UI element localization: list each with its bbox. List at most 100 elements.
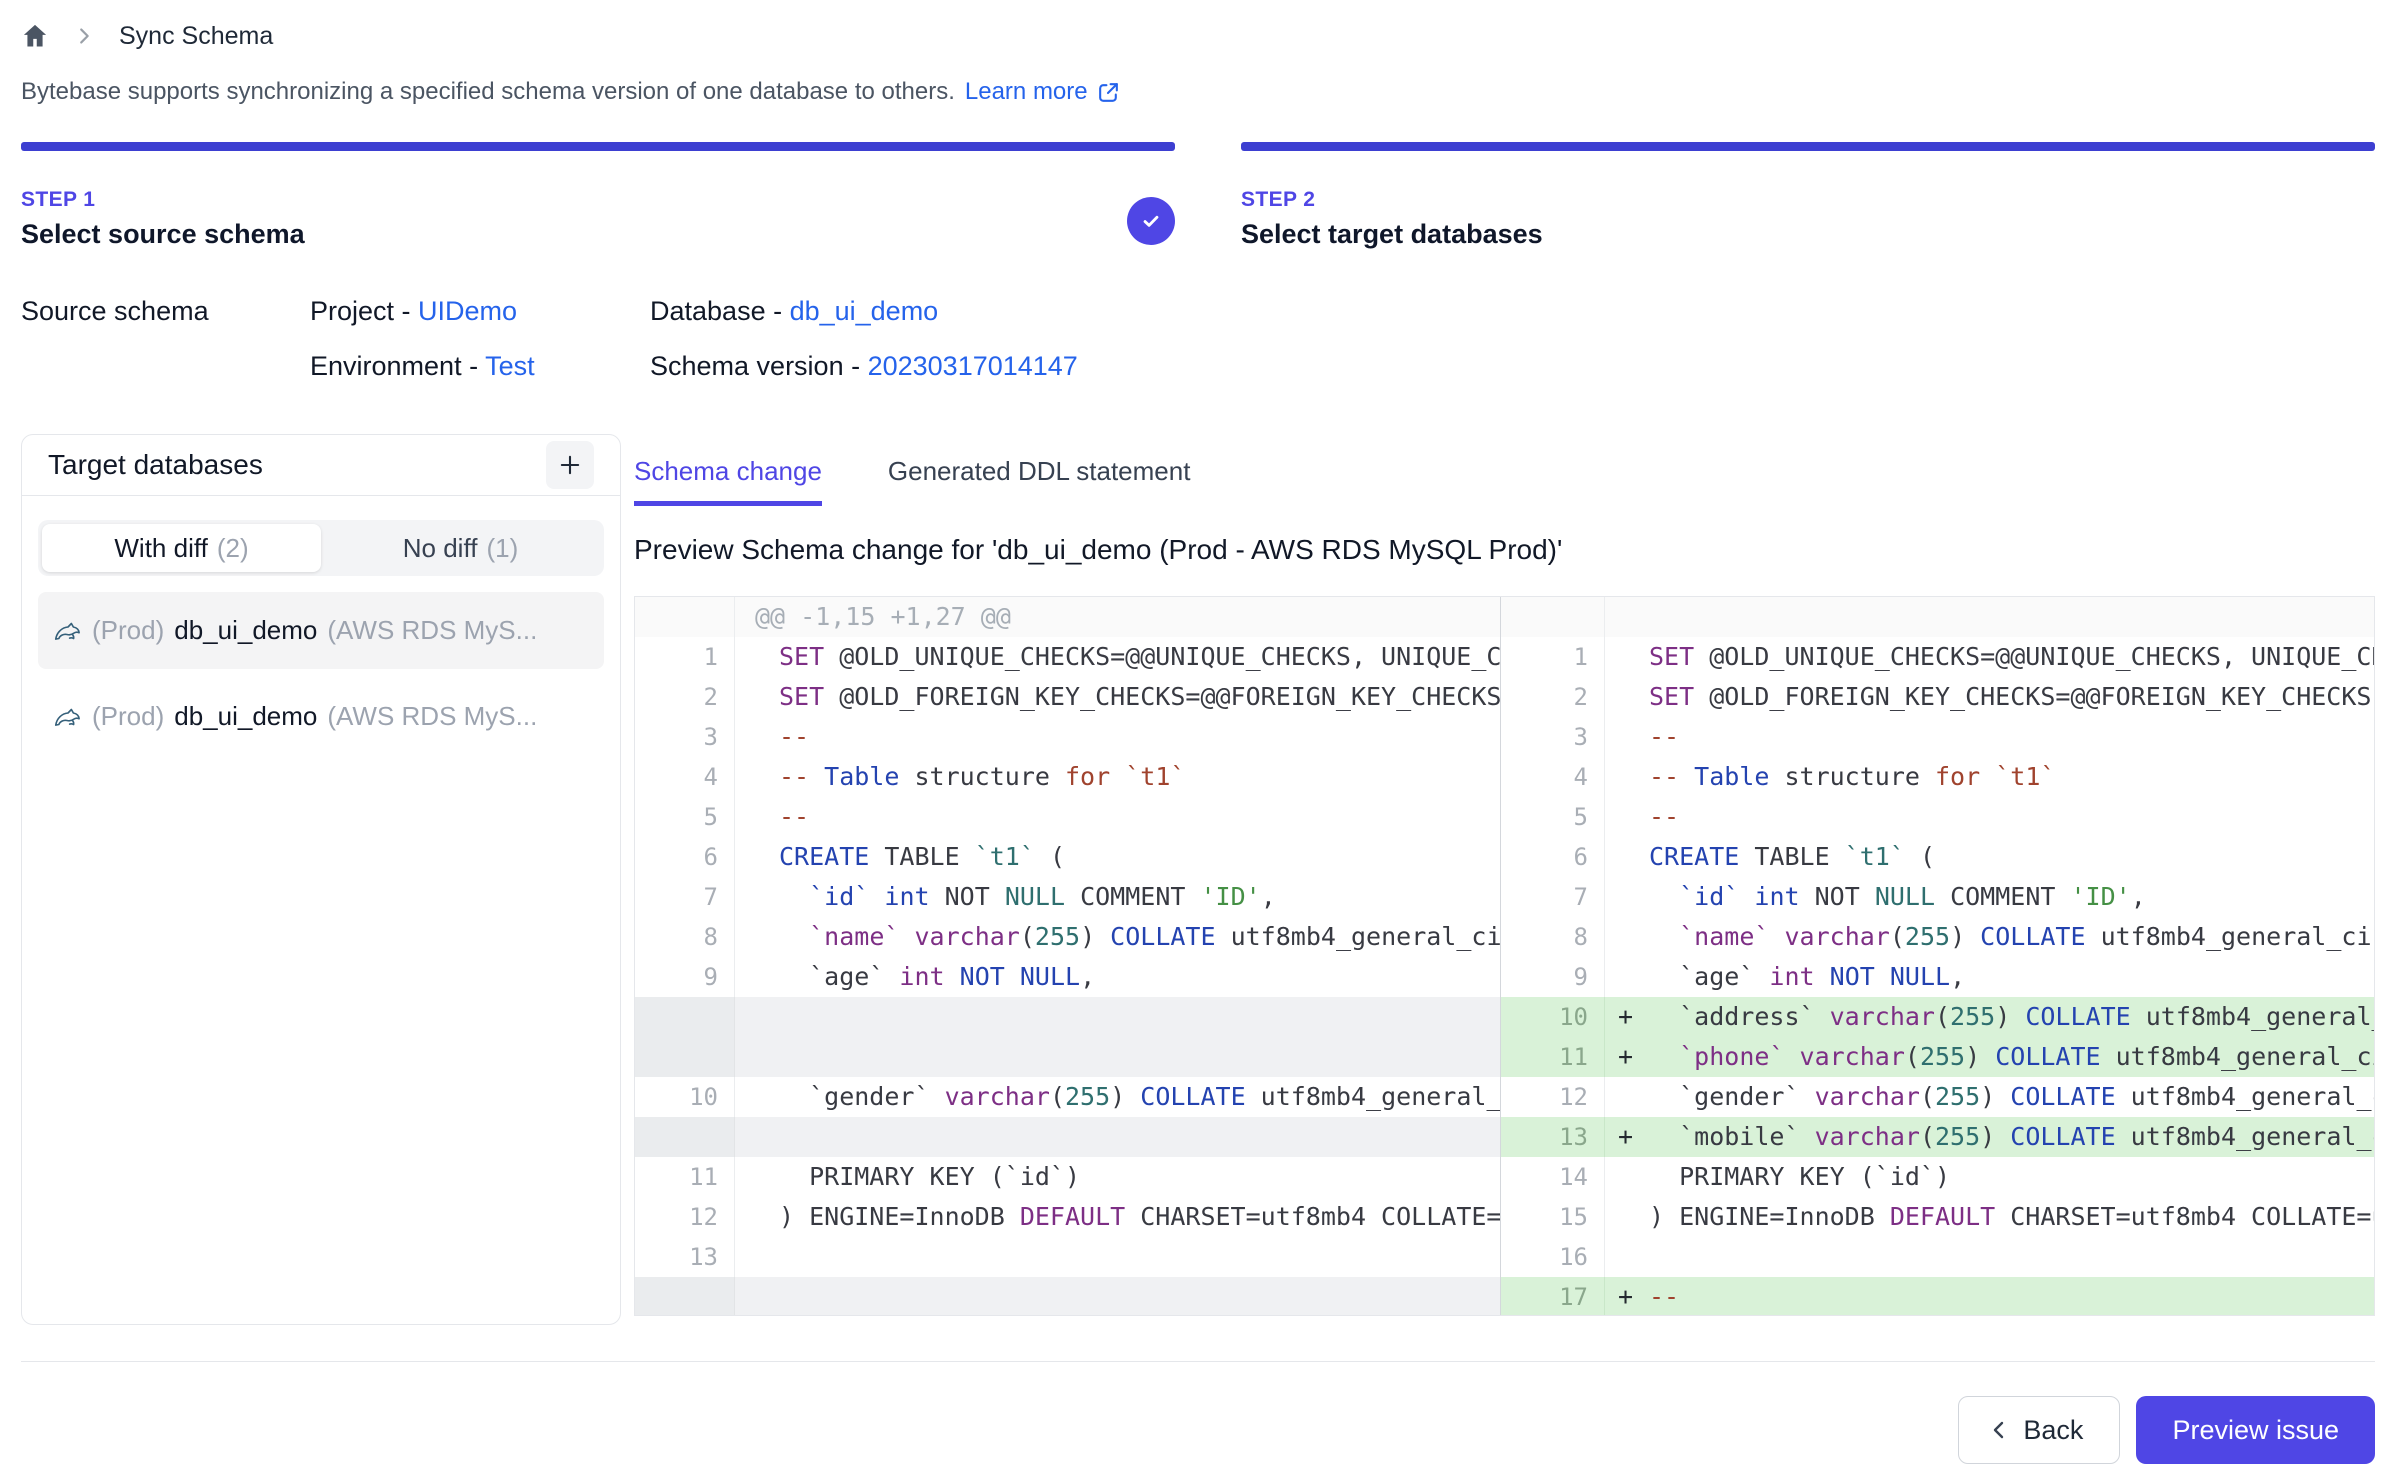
segment-count: (1)	[486, 533, 518, 564]
code-line: PRIMARY KEY (`id`)	[779, 1157, 1500, 1197]
diff-code-row: 9 `age` int NOT NULL,	[1501, 957, 2374, 997]
diff-marker	[1605, 1157, 1649, 1197]
diff-added-row: 13+ `mobile` varchar(255) COLLATE utf8mb…	[1501, 1117, 2374, 1157]
line-number: 11	[635, 1157, 735, 1197]
footer-actions: Back Preview issue	[21, 1396, 2375, 1464]
line-number: 4	[635, 757, 735, 797]
segment-with-diff[interactable]: With diff(2)	[42, 524, 321, 572]
segment-no-diff[interactable]: No diff(1)	[321, 524, 600, 572]
diff-marker: +	[1605, 997, 1649, 1037]
line-number: 9	[1501, 957, 1605, 997]
diff-marker	[735, 917, 779, 957]
preview-tabs: Schema change Generated DDL statement	[634, 434, 2375, 506]
line-number: 11	[1501, 1037, 1605, 1077]
code-line: -- Table structure for `t1`	[1649, 757, 2374, 797]
step-2: STEP 2 Select target databases	[1241, 142, 2375, 250]
diff-code-row: 11 PRIMARY KEY (`id`)	[635, 1157, 1500, 1197]
code-line	[779, 1237, 1500, 1277]
diff-code-row: 4-- Table structure for `t1`	[635, 757, 1500, 797]
line-number: 3	[635, 717, 735, 757]
line-number: 5	[1501, 797, 1605, 837]
plus-icon	[556, 451, 584, 479]
database-name: db_ui_demo	[174, 701, 317, 732]
footer-divider	[21, 1361, 2375, 1362]
line-number: 7	[635, 877, 735, 917]
diff-marker: +	[1605, 1277, 1649, 1315]
diff-code-row: 8 `name` varchar(255) COLLATE utf8mb4_ge…	[635, 917, 1500, 957]
source-field-name: Environment -	[310, 351, 485, 381]
line-number: 12	[1501, 1077, 1605, 1117]
tab-generated-ddl-statement[interactable]: Generated DDL statement	[888, 456, 1191, 506]
source-schema-label: Source schema	[21, 296, 310, 382]
diff-code-row: 7 `id` int NOT NULL COMMENT 'ID',	[1501, 877, 2374, 917]
source-field-database: Database - db_ui_demo	[650, 296, 1078, 327]
diff-added-row: 11+ `phone` varchar(255) COLLATE utf8mb4…	[1501, 1037, 2374, 1077]
source-field-name: Database -	[650, 296, 790, 326]
home-icon[interactable]	[21, 22, 49, 50]
code-line: `mobile` varchar(255) COLLATE utf8mb4_ge…	[1649, 1117, 2374, 1157]
source-field-value-link[interactable]: Test	[485, 351, 535, 381]
code-line: `gender` varchar(255) COLLATE utf8mb4_ge…	[1649, 1077, 2374, 1117]
code-line	[1649, 1237, 2374, 1277]
add-target-database-button[interactable]	[546, 441, 594, 489]
sync-schema-page: Sync Schema Bytebase supports synchroniz…	[0, 0, 2396, 1464]
target-database-item-2[interactable]: (Prod)db_ui_demo(AWS RDS MyS...	[38, 678, 604, 755]
hunk-header-text	[1605, 597, 2374, 637]
code-line: --	[1649, 797, 2374, 837]
database-name: db_ui_demo	[174, 615, 317, 646]
target-databases-panel: Target databases With diff(2)No diff(1) …	[21, 434, 621, 1325]
chevron-right-icon	[73, 25, 95, 47]
step-1-label: STEP 1	[21, 188, 1175, 212]
target-database-list: (Prod)db_ui_demo(AWS RDS MyS... (Prod) db_…	[38, 592, 604, 755]
diff-pane-target[interactable]: 1SET @OLD_UNIQUE_CHECKS=@@UNIQUE_CHECKS,…	[1500, 597, 2374, 1315]
line-number: 10	[635, 1077, 735, 1117]
line-number: 8	[635, 917, 735, 957]
diff-marker	[1605, 837, 1649, 877]
diff-code-row: 8 `name` varchar(255) COLLATE utf8mb4_ge…	[1501, 917, 2374, 957]
target-database-item-1[interactable]: (Prod)db_ui_demo(AWS RDS MyS...	[38, 592, 604, 669]
source-field-value-link[interactable]: db_ui_demo	[790, 296, 939, 326]
diff-marker	[735, 717, 779, 757]
diff-marker	[735, 797, 779, 837]
tab-schema-change[interactable]: Schema change	[634, 456, 822, 506]
diff-marker	[735, 1157, 779, 1197]
step-2-progress-bar	[1241, 142, 2375, 151]
back-button[interactable]: Back	[1958, 1396, 2120, 1464]
diff-pane-source[interactable]: @@ -1,15 +1,27 @@1SET @OLD_UNIQUE_CHECKS…	[635, 597, 1500, 1315]
preview-issue-button[interactable]: Preview issue	[2136, 1396, 2375, 1464]
diff-marker	[1605, 757, 1649, 797]
learn-more-link[interactable]: Learn more	[965, 78, 1121, 106]
code-line: SET @OLD_FOREIGN_KEY_CHECKS=@@FOREIGN_KE…	[779, 677, 1500, 717]
segment-count: (2)	[217, 533, 249, 564]
line-number: 12	[635, 1197, 735, 1237]
database-environment: (Prod)	[92, 701, 164, 732]
target-databases-title: Target databases	[48, 449, 263, 481]
source-field-value-link[interactable]: 20230317014147	[868, 351, 1078, 381]
step-1: STEP 1 Select source schema	[21, 142, 1175, 250]
line-number: 4	[1501, 757, 1605, 797]
line-number-gutter	[635, 1277, 735, 1315]
diff-filter-segmented-control: With diff(2)No diff(1)	[38, 520, 604, 576]
code-line: CREATE TABLE `t1` (	[779, 837, 1500, 877]
diff-marker	[1605, 917, 1649, 957]
line-number: 6	[1501, 837, 1605, 877]
schema-diff-view: @@ -1,15 +1,27 @@1SET @OLD_UNIQUE_CHECKS…	[634, 596, 2375, 1316]
preview-issue-label: Preview issue	[2172, 1415, 2339, 1446]
diff-code-row: 15) ENGINE=InnoDB DEFAULT CHARSET=utf8mb…	[1501, 1197, 2374, 1237]
schema-preview-column: Schema changeGenerated DDL statement Pre…	[634, 434, 2375, 1325]
diff-code-row: 12) ENGINE=InnoDB DEFAULT CHARSET=utf8mb…	[635, 1197, 1500, 1237]
code-line: --	[1649, 717, 2374, 757]
source-field-name: Schema version -	[650, 351, 868, 381]
line-number: 8	[1501, 917, 1605, 957]
line-number: 3	[1501, 717, 1605, 757]
source-field-value-link[interactable]: UIDemo	[418, 296, 517, 326]
page-title: Sync Schema	[119, 22, 273, 51]
code-line: `age` int NOT NULL,	[779, 957, 1500, 997]
line-number: 5	[635, 797, 735, 837]
line-number: 9	[635, 957, 735, 997]
intro-text: Bytebase supports synchronizing a specif…	[21, 78, 2375, 106]
diff-marker	[1605, 717, 1649, 757]
diff-code-row: 6CREATE TABLE `t1` (	[1501, 837, 2374, 877]
code-line: --	[1649, 1277, 2374, 1315]
line-number: 17	[1501, 1277, 1605, 1315]
